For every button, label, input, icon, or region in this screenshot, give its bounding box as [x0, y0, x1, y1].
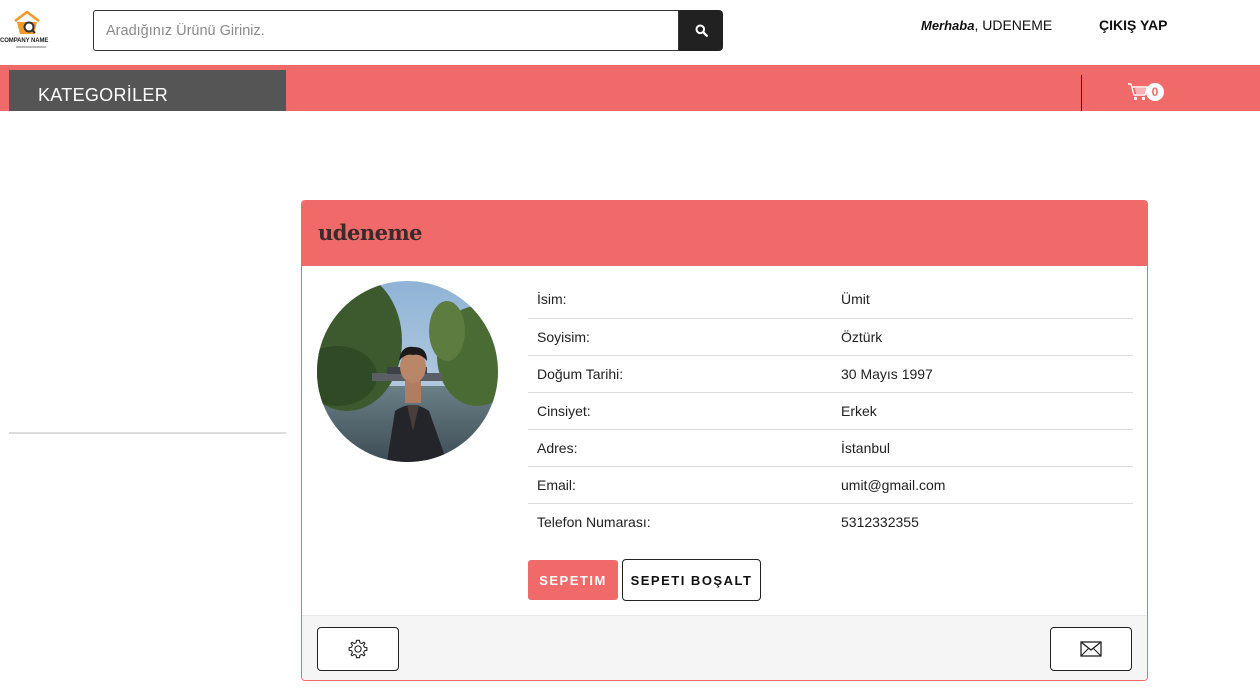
profile-card-footer: [302, 615, 1147, 680]
row-label: Adres:: [528, 429, 841, 467]
row-label: Cinsiyet:: [528, 392, 841, 430]
search-input[interactable]: [93, 10, 679, 51]
site-header: COMPANY NAME Merhaba, UDENEME ÇIKIŞ YAP: [0, 0, 1260, 65]
company-logo[interactable]: COMPANY NAME: [0, 8, 62, 54]
categories-menu[interactable]: KATEGORİLER: [9, 70, 286, 111]
gear-icon: [348, 639, 368, 659]
row-value: umit@gmail.com: [841, 466, 1133, 504]
profile-card: udeneme İsim: Ümit Soyisim: Öztürk Doğum…: [301, 200, 1148, 681]
row-value: 5312332355: [841, 513, 919, 530]
greeting-username: UDENEME: [982, 17, 1053, 33]
profile-photo: [317, 281, 498, 462]
table-row: Adres: İstanbul: [528, 429, 1133, 467]
table-row: Doğum Tarihi: 30 Mayıs 1997: [528, 355, 1133, 393]
profile-card-header: udeneme: [302, 201, 1147, 266]
profile-title: udeneme: [318, 220, 423, 245]
row-label: Doğum Tarihi:: [528, 355, 841, 393]
search-icon: [695, 24, 708, 37]
settings-button[interactable]: [317, 627, 399, 671]
row-value: Ümit: [841, 281, 1133, 319]
row-value: 30 Mayıs 1997: [841, 355, 1133, 393]
message-button[interactable]: [1050, 627, 1132, 671]
basket-logo-icon: [14, 10, 40, 34]
row-value: Öztürk: [841, 318, 1133, 356]
table-row: Cinsiyet: Erkek: [528, 392, 1133, 430]
row-value: İstanbul: [841, 429, 1133, 467]
envelope-icon: [1080, 641, 1102, 657]
logo-tagline: [16, 46, 46, 48]
row-label: Email:: [528, 466, 841, 504]
table-row: Telefon Numarası: 5312332355: [528, 503, 1133, 540]
profile-info-table: İsim: Ümit Soyisim: Öztürk Doğum Tarihi:…: [528, 281, 1133, 540]
category-navbar: KATEGORİLER: [0, 65, 1260, 111]
greeting-prefix: Merhaba: [921, 18, 975, 33]
table-row: Email: umit@gmail.com: [528, 466, 1133, 504]
row-value: Erkek: [841, 392, 1133, 430]
row-label: Telefon Numarası:: [537, 513, 651, 530]
row-label: Soyisim:: [528, 318, 841, 356]
logo-text: COMPANY NAME: [0, 38, 49, 44]
cart-count-badge: 0: [1146, 83, 1164, 101]
empty-cart-button[interactable]: SEPETI BOŞALT: [622, 559, 761, 601]
my-cart-button[interactable]: SEPETIM: [528, 560, 618, 600]
table-row: Soyisim: Öztürk: [528, 318, 1133, 356]
logout-link[interactable]: ÇIKIŞ YAP: [1099, 17, 1167, 33]
row-label: İsim:: [528, 281, 841, 319]
user-greeting: Merhaba, UDENEME: [921, 17, 1052, 33]
sidebar-divider: [9, 432, 286, 434]
search-button[interactable]: [679, 10, 723, 51]
table-row: İsim: Ümit: [528, 281, 1133, 319]
nav-divider: [1081, 75, 1082, 111]
